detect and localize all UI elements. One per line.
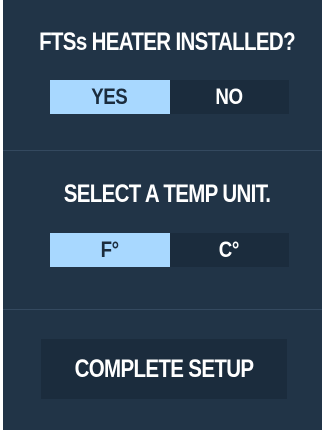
section-divider bbox=[3, 150, 322, 151]
celsius-label: C° bbox=[219, 237, 240, 262]
heater-toggle: YES NO bbox=[50, 80, 289, 114]
heater-no-button[interactable]: NO bbox=[170, 80, 290, 114]
heater-question-heading: FTSs HEATER INSTALLED? bbox=[39, 28, 296, 56]
section-divider bbox=[3, 309, 322, 310]
heater-yes-button[interactable]: YES bbox=[50, 80, 170, 114]
setup-panel: FTSs HEATER INSTALLED? YES NO SELECT A T… bbox=[3, 0, 322, 430]
complete-setup-button[interactable]: COMPLETE SETUP bbox=[41, 339, 287, 399]
celsius-button[interactable]: C° bbox=[170, 233, 290, 267]
temp-unit-toggle: F° C° bbox=[50, 233, 289, 267]
heater-yes-label: YES bbox=[91, 84, 129, 109]
fahrenheit-label: F° bbox=[100, 237, 119, 262]
fahrenheit-button[interactable]: F° bbox=[50, 233, 170, 267]
temp-unit-heading: SELECT A TEMP UNIT. bbox=[63, 180, 271, 208]
complete-setup-label: COMPLETE SETUP bbox=[74, 354, 254, 383]
heater-no-label: NO bbox=[215, 84, 244, 109]
